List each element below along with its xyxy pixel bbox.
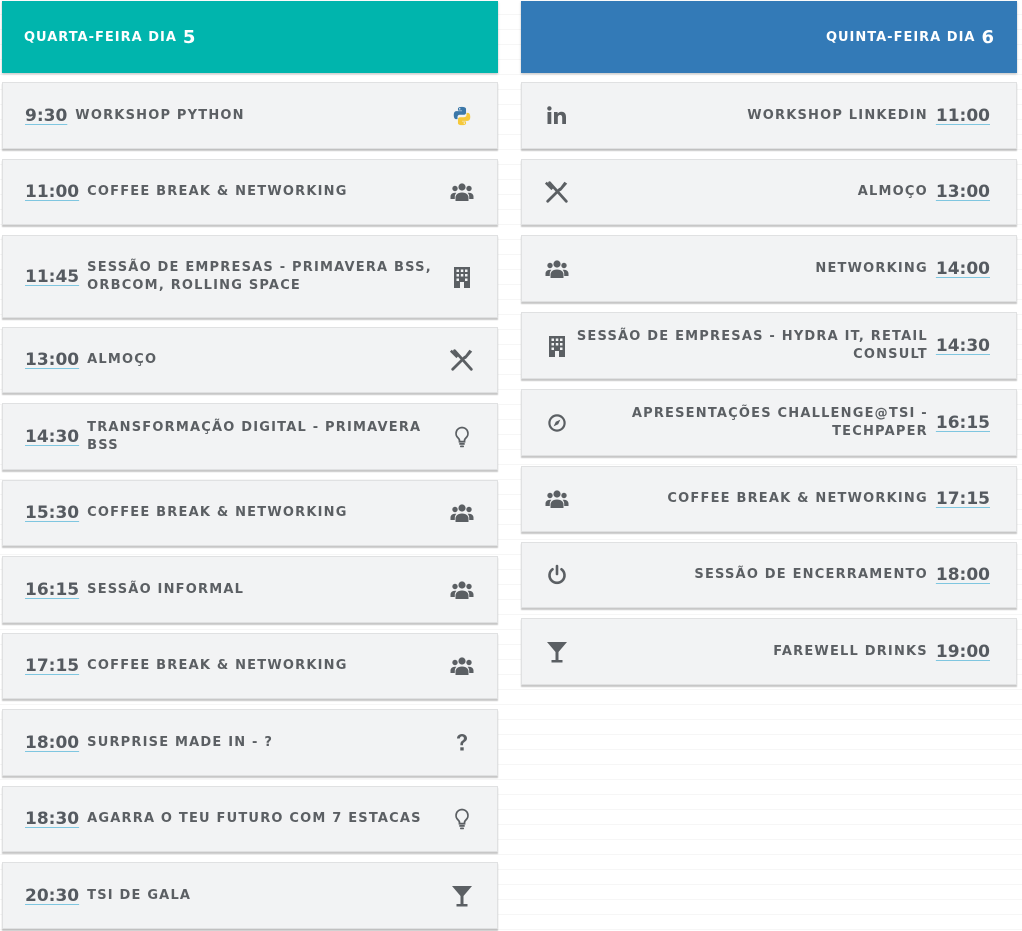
event-row[interactable]: Networking 14:00 (521, 235, 1017, 302)
users-icon (449, 500, 475, 526)
event-row[interactable]: 18:00 Surprise Made In - ? (2, 709, 498, 776)
event-time-link[interactable]: 9:30 (25, 106, 67, 126)
day-header-wednesday[interactable]: Quarta-Feira dia 5 (2, 1, 498, 73)
users-icon (544, 256, 570, 282)
event-title: Coffee Break & Networking (87, 658, 348, 673)
event-time-link[interactable]: 17:15 (936, 489, 990, 509)
cutlery-icon (449, 347, 475, 373)
event-time-link[interactable]: 13:00 (936, 182, 990, 202)
event-row[interactable]: 18:30 Agarra o teu futuro com 7 estacas (2, 786, 498, 852)
linkedin-icon (544, 103, 570, 129)
event-row[interactable]: 13:00 Almoço (2, 327, 498, 393)
event-row[interactable]: 11:45 Sessão de Empresas - Primavera BSS,… (2, 235, 498, 318)
event-row[interactable]: 16:15 Sessão Informal (2, 556, 498, 623)
building-icon (544, 333, 570, 359)
event-title: Sessão de Empresas - Primavera BSS, Orbc… (87, 259, 432, 293)
building-icon (449, 264, 475, 290)
event-time-link[interactable]: 18:30 (25, 809, 79, 829)
day-header-thursday[interactable]: Quinta-Feira dia 6 (521, 1, 1017, 73)
cutlery-icon (544, 179, 570, 205)
event-row[interactable]: 9:30 Workshop Python (2, 82, 498, 149)
event-time-link[interactable]: 11:00 (25, 182, 79, 202)
event-title: Sessão de Empresas - Hydra IT, Retail Co… (576, 328, 928, 362)
cocktail-icon (449, 883, 475, 909)
event-row[interactable]: 14:30 Transformação Digital - Primavera B… (2, 403, 498, 470)
event-time-link[interactable]: 15:30 (25, 503, 79, 523)
event-time-link[interactable]: 19:00 (936, 642, 990, 662)
event-row[interactable]: Sessão de Encerramento 18:00 (521, 542, 1017, 608)
event-row[interactable]: Apresentações Challenge@TSI - TechPaper 1… (521, 389, 1017, 456)
event-title: Agarra o teu futuro com 7 estacas (87, 811, 422, 826)
event-time-link[interactable]: 16:15 (936, 413, 990, 433)
day-label: Quarta-Feira dia (24, 29, 177, 45)
day-number: 5 (182, 26, 197, 48)
event-row[interactable]: Workshop LinkedIn 11:00 (521, 82, 1017, 149)
event-title: Sessão de Encerramento (694, 567, 928, 582)
question-icon (449, 730, 475, 756)
event-row[interactable]: Farewell Drinks 19:00 (521, 618, 1017, 685)
event-title: Networking (815, 260, 928, 276)
event-row[interactable]: 20:30 TSI de Gala (2, 862, 498, 929)
users-icon (449, 179, 475, 205)
wednesday-column: Quarta-Feira dia 5 9:30 Workshop Python 11… (2, 1, 498, 929)
event-row[interactable]: 11:00 Coffee Break & Networking (2, 159, 498, 225)
python-icon (449, 103, 475, 129)
event-row[interactable]: Coffee Break & Networking 17:15 (521, 466, 1017, 532)
event-time-link[interactable]: 18:00 (936, 565, 990, 585)
event-title: Almoço (87, 352, 158, 367)
event-time-link[interactable]: 14:00 (936, 259, 990, 279)
event-time-link[interactable]: 11:45 (25, 267, 79, 287)
day-label: Quinta-Feira dia (825, 29, 976, 45)
event-title: Surprise Made In - ? (87, 734, 274, 750)
event-title: Coffee Break & Networking (87, 184, 348, 199)
event-time-link[interactable]: 11:00 (936, 106, 990, 126)
lightbulb-icon (449, 806, 475, 832)
thursday-column: Quinta-Feira dia 6 Workshop LinkedIn 11:0… (521, 1, 1017, 685)
event-time-link[interactable]: 20:30 (25, 886, 79, 906)
event-time-link[interactable]: 18:00 (25, 733, 79, 753)
users-icon (544, 486, 570, 512)
event-title: Coffee Break & Networking (667, 491, 928, 506)
lightbulb-icon (449, 424, 475, 450)
event-title: Workshop LinkedIn (747, 107, 928, 123)
event-row[interactable]: 15:30 Coffee Break & Networking (2, 480, 498, 546)
compass-icon (544, 410, 570, 436)
event-title: Workshop Python (75, 107, 245, 123)
event-row[interactable]: 17:15 Coffee Break & Networking (2, 633, 498, 699)
cocktail-icon (544, 639, 570, 665)
power-icon (544, 562, 570, 588)
event-title: Sessão Informal (87, 581, 245, 597)
event-title: TSI de Gala (87, 887, 192, 903)
users-icon (449, 653, 475, 679)
event-time-link[interactable]: 17:15 (25, 656, 79, 676)
event-time-link[interactable]: 14:30 (936, 336, 990, 356)
event-row[interactable]: Sessão de Empresas - Hydra IT, Retail Co… (521, 312, 1017, 379)
event-time-link[interactable]: 16:15 (25, 580, 79, 600)
event-title: Almoço (857, 184, 928, 199)
event-title: Transformação Digital - Primavera BSS (87, 419, 422, 453)
event-row[interactable]: Almoço 13:00 (521, 159, 1017, 225)
event-time-link[interactable]: 14:30 (25, 427, 79, 447)
event-title: Apresentações Challenge@TSI - TechPaper (631, 405, 928, 439)
event-title: Farewell Drinks (773, 643, 928, 659)
day-number: 6 (981, 26, 995, 48)
event-time-link[interactable]: 13:00 (25, 350, 79, 370)
event-title: Coffee Break & Networking (87, 505, 348, 520)
users-icon (449, 577, 475, 603)
